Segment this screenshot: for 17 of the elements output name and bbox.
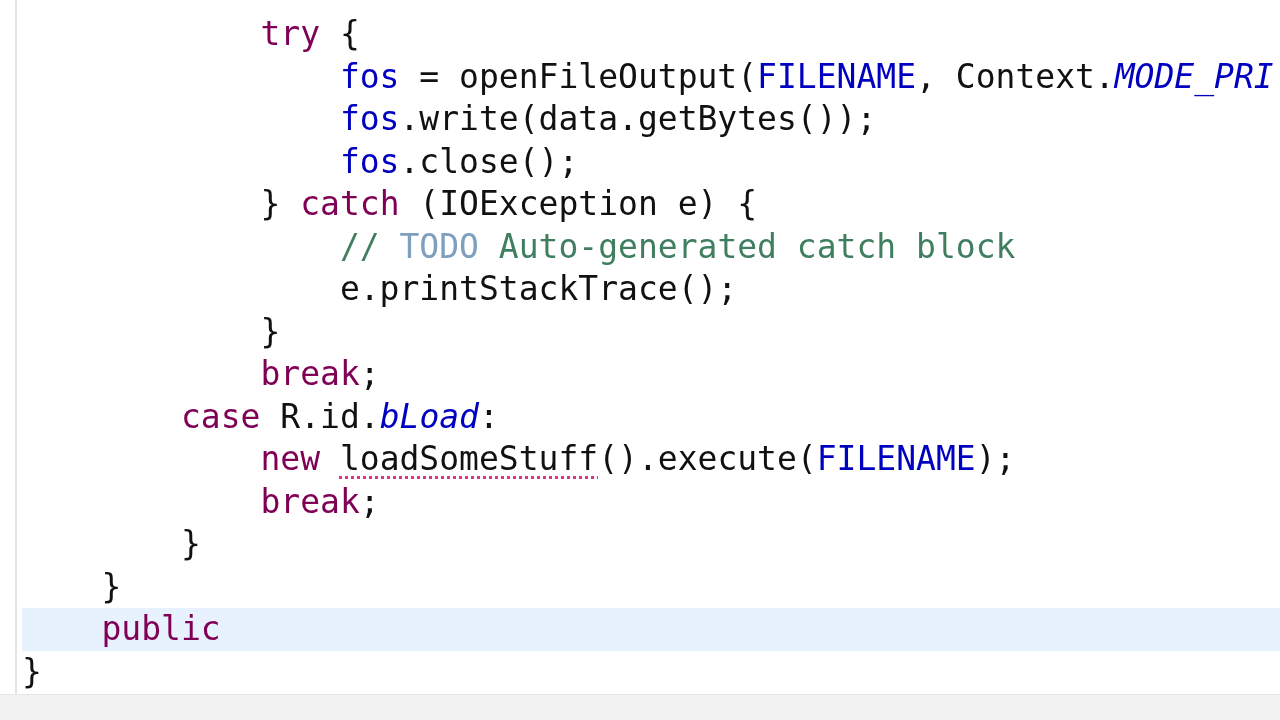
scroll-bar-track[interactable] [0, 694, 1280, 720]
code-line: public [100, 608, 221, 650]
code-line: new loadSomeStuff().execute(FILENAME); [259, 438, 1016, 480]
code-line: try { [259, 13, 360, 55]
code-line: break; [259, 480, 380, 523]
code-line: } catch (IOException e) { [259, 183, 758, 225]
code-line: } [22, 650, 42, 693]
code-line: fos = openFileOutput(FILENAME, Context.MODE_PRI [338, 55, 1274, 98]
code-line: fos.close(); [338, 140, 579, 183]
code-line: } [100, 565, 122, 608]
code-line: break; [259, 353, 380, 395]
code-line: } [259, 310, 281, 353]
code-line: fos.write(data.getBytes()); [338, 98, 877, 140]
code-line: e.printStackTrace(); [338, 268, 738, 310]
code-line: case R.id.bLoad: [179, 395, 499, 438]
code-line: } [179, 523, 201, 565]
code-line: // TODO Auto-generated catch block [338, 225, 1016, 268]
